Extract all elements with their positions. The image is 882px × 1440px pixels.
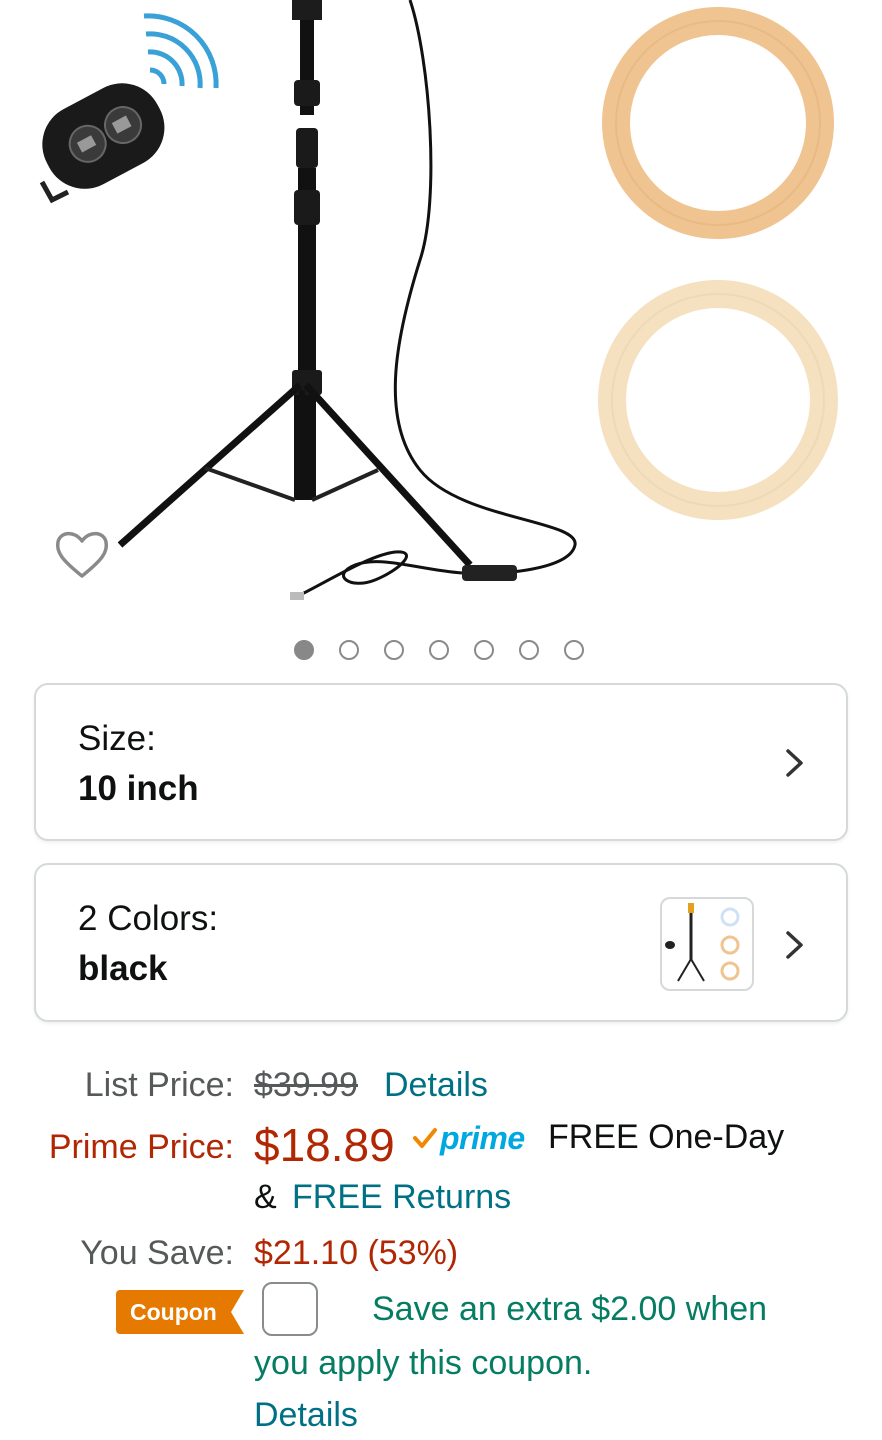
carousel-dot[interactable] [294, 640, 314, 660]
coupon-badge: Coupon [116, 1290, 244, 1334]
prime-badge: prime [412, 1120, 525, 1156]
size-label: Size: [78, 719, 156, 758]
prime-checkmark-icon [413, 1128, 437, 1148]
product-image[interactable] [0, 0, 882, 615]
coupon-details-link[interactable]: Details [254, 1396, 358, 1435]
coupon-text-line1: Save an extra $2.00 when [372, 1290, 768, 1328]
prime-price-label: Prime Price: [48, 1128, 234, 1166]
ring-light-neutral-image [598, 280, 838, 520]
carousel-dot[interactable] [384, 640, 404, 660]
tripod-stand-image [117, 0, 577, 600]
coupon-text-line2: you apply this coupon. [254, 1344, 593, 1382]
wishlist-heart-icon[interactable] [52, 526, 112, 582]
ring-light-warm-image [602, 7, 834, 239]
carousel-dot[interactable] [519, 640, 539, 660]
carousel-dot[interactable] [339, 640, 359, 660]
list-price-label: List Price: [84, 1066, 234, 1104]
coupon-checkbox[interactable] [262, 1282, 318, 1336]
list-price-details-link[interactable]: Details [384, 1066, 488, 1105]
ampersand-text: & [254, 1178, 277, 1216]
you-save-value: $21.10 (53%) [254, 1234, 459, 1272]
carousel-dot[interactable] [564, 640, 584, 660]
color-swatch-thumbnail[interactable] [660, 897, 754, 991]
you-save-label: You Save: [80, 1234, 234, 1272]
chevron-right-icon [786, 931, 803, 959]
list-price-value: $39.99 [254, 1066, 358, 1104]
carousel-dot[interactable] [429, 640, 449, 660]
size-value: 10 inch [78, 769, 199, 808]
carousel-dot[interactable] [474, 640, 494, 660]
bluetooth-remote-image [39, 13, 219, 204]
prime-logo-text: prime [440, 1120, 525, 1156]
chevron-right-icon [786, 749, 803, 777]
color-label: 2 Colors: [78, 899, 219, 938]
prime-price-value: $18.89 [254, 1119, 395, 1171]
image-carousel-dots [0, 640, 880, 660]
size-selector[interactable]: Size: 10 inch [34, 683, 848, 841]
free-returns-link[interactable]: FREE Returns [292, 1178, 511, 1217]
color-value: black [78, 949, 168, 988]
color-selector[interactable]: 2 Colors: black [34, 863, 848, 1022]
coupon-badge-notch [231, 1290, 244, 1334]
free-one-day-text: FREE One-Day [548, 1118, 785, 1156]
